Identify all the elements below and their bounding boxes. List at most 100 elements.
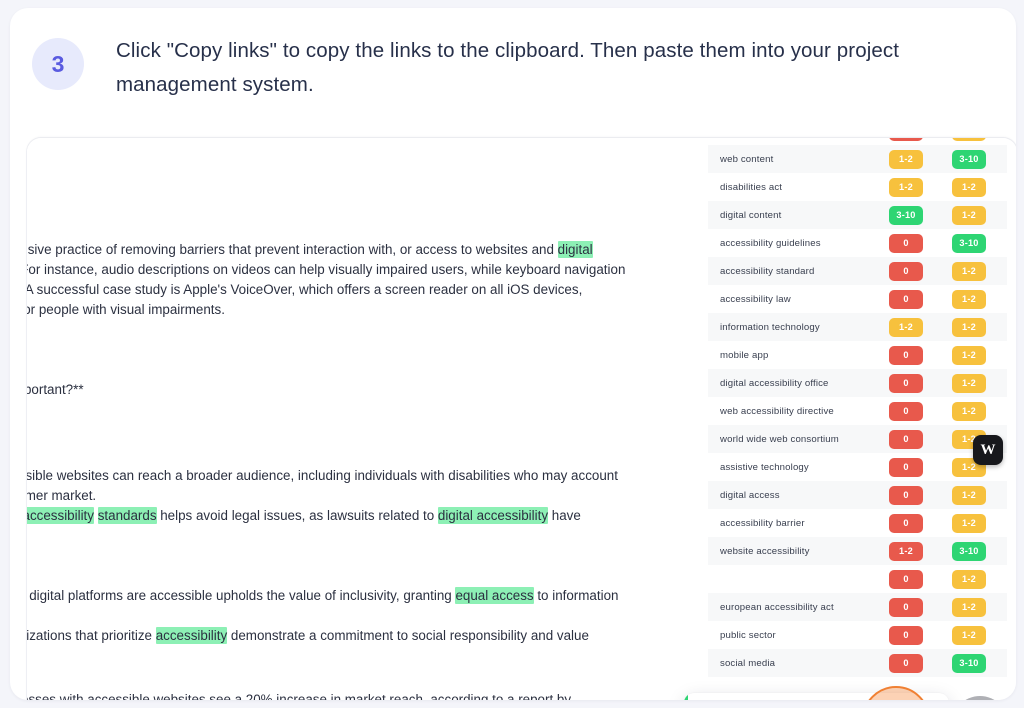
doc-paragraph: e inclusive practice of removing barrier…	[27, 240, 707, 260]
writer-extension-icon[interactable]: W	[973, 435, 1003, 465]
text-highlight: accessibility	[27, 507, 94, 524]
keyword-metric-badge-1: 3-10	[889, 205, 923, 225]
keyword-row[interactable]: disabilities act 1-2 1-2	[708, 173, 1007, 201]
keyword-metric-badge-1: 0	[889, 289, 923, 309]
keyword-label: digital access	[720, 489, 780, 501]
keyword-label: accessibility law	[720, 293, 791, 305]
keyword-metric-badge-2: 1-2	[952, 625, 986, 645]
keyword-label: social media	[720, 657, 776, 669]
keyword-label: assistive technology	[720, 461, 809, 473]
keyword-row[interactable]: digital content 3-10 1-2	[708, 201, 1007, 229]
doc-paragraph-group-a: e inclusive practice of removing barrier…	[27, 240, 707, 320]
keyword-metric-badge-1: 0	[889, 597, 923, 617]
keyword-label: website accessibility	[720, 545, 810, 557]
keyword-metric-badge-1: 0	[889, 569, 923, 589]
keyword-row[interactable]: digital accessibility office 0 1-2	[708, 369, 1007, 397]
keyword-label: world wide web consortium	[720, 433, 839, 445]
keyword-metric-badge-2: 1-2	[952, 317, 986, 337]
text-highlight: digital	[557, 241, 593, 258]
text-run: suring digital platforms are accessible …	[27, 588, 456, 603]
app-card: 3 Click "Copy links" to copy the links t…	[10, 8, 1016, 700]
keyword-row[interactable]: digital access 0 1-2	[708, 481, 1007, 509]
keyword-metric-badge-1: 1-2	[889, 541, 923, 561]
keyword-metric-badge-2: 1-2	[952, 138, 986, 141]
doc-paragraph: suring digital platforms are accessible …	[27, 586, 707, 606]
keyword-label: digital accessibility office	[720, 377, 829, 389]
text-run: demonstrate a commitment to social respo…	[227, 628, 589, 643]
keyword-metric-badge-1: 0	[889, 653, 923, 673]
keyword-row[interactable]: web accessibility directive 0 1-2	[708, 397, 1007, 425]
text-highlight: standards	[97, 507, 157, 524]
keyword-row[interactable]: web content 1-2 3-10	[708, 145, 1007, 173]
keyword-row[interactable]: accessibility guidelines 0 3-10	[708, 229, 1007, 257]
doc-heading: ?**	[27, 198, 707, 218]
doc-paragraph: ng to accessibility standards helps avoi…	[27, 506, 707, 526]
keyword-row[interactable]: assistive technology 0 1-2	[708, 453, 1007, 481]
doc-paragraph-group-b: Accessible websites can reach a broader …	[27, 466, 707, 700]
keyword-row[interactable]: 0 1-2	[708, 138, 1007, 145]
text-highlight: equal access	[455, 587, 534, 604]
doc-paragraph: ities. For instance, audio descriptions …	[27, 260, 707, 280]
doc-paragraph: Organizations that prioritize accessibil…	[27, 626, 707, 646]
doc-paragraph: consumer market.	[27, 486, 707, 506]
keyword-panel[interactable]: 0 1-2 web content 1-2 3-10 disabilities act 1-…	[708, 138, 1007, 700]
keyword-label: accessibility standard	[720, 265, 815, 277]
text-run: ouse. A successful case study is Apple's…	[27, 282, 583, 297]
text-run: ities. For instance, audio descriptions …	[27, 262, 626, 277]
keyword-label: accessibility barrier	[720, 517, 805, 529]
keyword-metric-badge-1: 0	[889, 625, 923, 645]
keyword-metric-badge-1: 0	[889, 233, 923, 253]
keyword-row[interactable]: 0 1-2	[708, 565, 1007, 593]
keyword-row[interactable]: information technology 1-2 1-2	[708, 313, 1007, 341]
keyword-row[interactable]: world wide web consortium 0 1-2	[708, 425, 1007, 453]
keyword-metric-badge-2: 3-10	[952, 541, 986, 561]
keyword-metric-badge-2: 1-2	[952, 205, 986, 225]
keyword-label: mobile app	[720, 349, 769, 361]
keyword-row[interactable]: european accessibility act 0 1-2	[708, 593, 1007, 621]
text-run: businesses with accessible websites see …	[27, 692, 572, 700]
keyword-metric-badge-2: 3-10	[952, 233, 986, 253]
toast-accent-bar	[684, 693, 688, 700]
doc-paragraph: bility for people with visual impairment…	[27, 300, 707, 320]
doc-paragraph: businesses with accessible websites see …	[27, 690, 707, 700]
keyword-row[interactable]: accessibility law 0 1-2	[708, 285, 1007, 313]
text-run: Organizations that prioritize	[27, 628, 152, 643]
text-run: e inclusive practice of removing barrier…	[27, 242, 558, 257]
text-run: consumer market.	[27, 488, 97, 503]
keyword-metric-badge-1: 0	[889, 373, 923, 393]
keyword-label: web content	[720, 153, 774, 165]
text-run: Accessible websites can reach a broader …	[27, 468, 618, 483]
keyword-row[interactable]: social media 0 3-10	[708, 649, 1007, 677]
keyword-metric-badge-2: 1-2	[952, 401, 986, 421]
keyword-metric-badge-1: 0	[889, 138, 923, 141]
keyword-metric-badge-1: 1-2	[889, 149, 923, 169]
document-panel: ?** e inclusive practice of removing bar…	[27, 138, 1016, 700]
document-text-content: ?** e inclusive practice of removing bar…	[27, 198, 707, 700]
keyword-label: disabilities act	[720, 181, 783, 193]
keyword-label: accessibility guidelines	[720, 237, 821, 249]
step-number: 3	[51, 50, 65, 77]
keyword-row[interactable]: accessibility standard 0 1-2	[708, 257, 1007, 285]
keyword-row[interactable]: mobile app 0 1-2	[708, 341, 1007, 369]
doc-paragraph: ouse. A successful case study is Apple's…	[27, 280, 707, 300]
doc-subheading: So Important?**	[27, 382, 84, 397]
toast-notification: ✓ Successfully shared the document. Copy…	[684, 693, 949, 700]
keyword-label: information technology	[720, 321, 820, 333]
keyword-list: 0 1-2 web content 1-2 3-10 disabilities act 1-…	[708, 138, 1007, 677]
keyword-row[interactable]: website accessibility 1-2 3-10	[708, 537, 1007, 565]
keyword-metric-badge-1: 0	[889, 457, 923, 477]
keyword-row[interactable]: public sector 0 1-2	[708, 621, 1007, 649]
keyword-metric-badge-2: 1-2	[952, 289, 986, 309]
text-highlight: digital accessibility	[437, 507, 549, 524]
keyword-metric-badge-1: 1-2	[889, 317, 923, 337]
keyword-metric-badge-1: 1-2	[889, 177, 923, 197]
keyword-metric-badge-2: 1-2	[952, 569, 986, 589]
keyword-metric-badge-2: 3-10	[952, 149, 986, 169]
keyword-label: european accessibility act	[720, 601, 834, 613]
keyword-metric-badge-1: 0	[889, 345, 923, 365]
keyword-row[interactable]: accessibility barrier 0 1-2	[708, 509, 1007, 537]
document-text-area[interactable]: ?** e inclusive practice of removing bar…	[27, 138, 708, 700]
